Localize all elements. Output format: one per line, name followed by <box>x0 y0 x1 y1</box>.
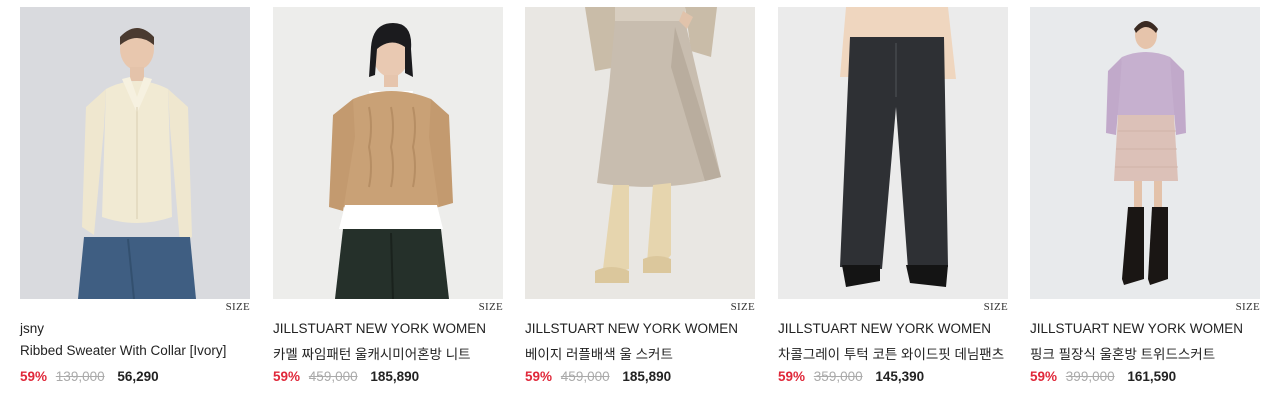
discount-rate: 59% <box>778 369 806 384</box>
size-label[interactable]: SIZE <box>226 301 250 313</box>
product-photo <box>525 7 755 299</box>
sale-price: 185,890 <box>622 369 672 384</box>
sale-price: 161,590 <box>1127 369 1177 384</box>
original-price: 399,000 <box>1065 369 1115 384</box>
product-image[interactable] <box>20 7 250 299</box>
product-name[interactable]: 차콜그레이 투턱 코튼 와이드핏 데님팬츠 <box>778 343 1004 363</box>
product-image[interactable] <box>525 7 755 299</box>
product-brand[interactable]: JILLSTUART NEW YORK WOMEN <box>273 321 486 336</box>
sale-price: 185,890 <box>370 369 420 384</box>
product-image[interactable] <box>273 7 503 299</box>
size-label[interactable]: SIZE <box>984 301 1008 313</box>
product-card[interactable]: SIZE jsny Ribbed Sweater With Collar [Iv… <box>20 7 250 411</box>
product-name[interactable]: 핑크 필장식 울혼방 트위드스커트 <box>1030 343 1215 363</box>
product-name[interactable]: Ribbed Sweater With Collar [Ivory] <box>20 343 226 358</box>
product-card[interactable]: SIZE JILLSTUART NEW YORK WOMEN 핑크 필장식 울혼… <box>1030 7 1260 411</box>
product-name[interactable]: 베이지 러플배색 울 스커트 <box>525 343 673 363</box>
product-card[interactable]: SIZE JILLSTUART NEW YORK WOMEN 차콜그레이 투턱 … <box>778 7 1008 411</box>
product-photo <box>273 7 503 299</box>
price-row: 59% 359,000 145,390 <box>778 369 924 384</box>
product-card[interactable]: SIZE JILLSTUART NEW YORK WOMEN 베이지 러플배색 … <box>525 7 755 411</box>
price-row: 59% 399,000 161,590 <box>1030 369 1176 384</box>
price-row: 59% 459,000 185,890 <box>525 369 671 384</box>
product-card[interactable]: SIZE JILLSTUART NEW YORK WOMEN 카멜 짜임패턴 울… <box>273 7 503 411</box>
discount-rate: 59% <box>20 369 48 384</box>
product-grid: SIZE jsny Ribbed Sweater With Collar [Iv… <box>20 7 1262 411</box>
sale-price: 145,390 <box>875 369 925 384</box>
product-image[interactable] <box>1030 7 1260 299</box>
product-name[interactable]: 카멜 짜임패턴 울캐시미어혼방 니트 <box>273 343 471 363</box>
discount-rate: 59% <box>273 369 301 384</box>
product-brand[interactable]: JILLSTUART NEW YORK WOMEN <box>525 321 738 336</box>
product-brand[interactable]: jsny <box>20 321 44 336</box>
discount-rate: 59% <box>525 369 553 384</box>
product-brand[interactable]: JILLSTUART NEW YORK WOMEN <box>778 321 991 336</box>
original-price: 139,000 <box>55 369 105 384</box>
sale-price: 56,290 <box>117 369 159 384</box>
price-row: 59% 459,000 185,890 <box>273 369 419 384</box>
discount-rate: 59% <box>1030 369 1058 384</box>
product-brand[interactable]: JILLSTUART NEW YORK WOMEN <box>1030 321 1243 336</box>
size-label[interactable]: SIZE <box>731 301 755 313</box>
size-label[interactable]: SIZE <box>1236 301 1260 313</box>
original-price: 459,000 <box>560 369 610 384</box>
product-photo <box>778 7 1008 299</box>
product-photo <box>20 7 250 299</box>
original-price: 459,000 <box>308 369 358 384</box>
size-label[interactable]: SIZE <box>479 301 503 313</box>
original-price: 359,000 <box>813 369 863 384</box>
product-photo <box>1030 7 1260 299</box>
price-row: 59% 139,000 56,290 <box>20 369 159 384</box>
product-image[interactable] <box>778 7 1008 299</box>
